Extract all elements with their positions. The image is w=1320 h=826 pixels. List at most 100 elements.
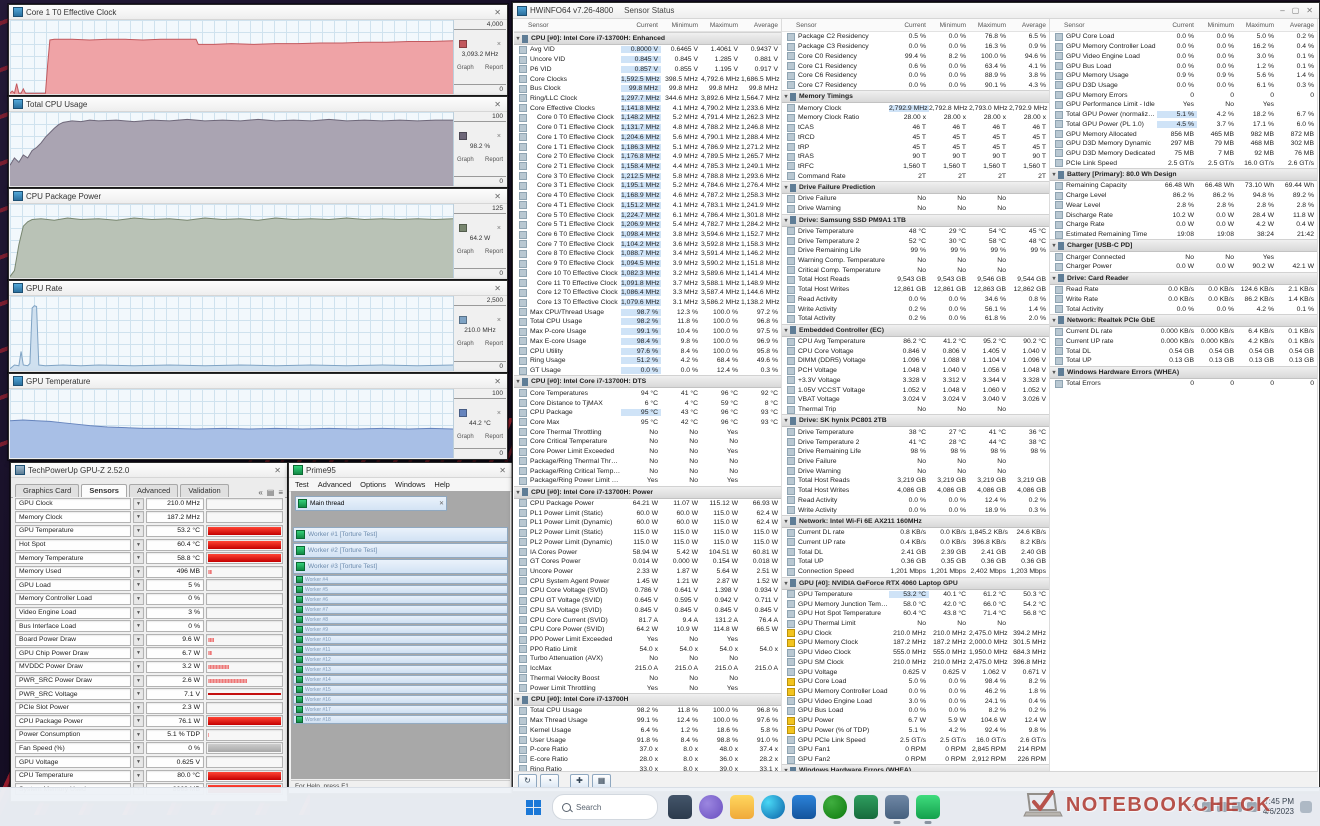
sensor-row[interactable]: GPU Performance Limit - IdleYesNoYes — [1050, 100, 1317, 110]
sensor-row[interactable]: Drive Temperature48 °C29 °C54 °C45 °C — [782, 227, 1049, 237]
close-icon[interactable]: ✕ — [492, 100, 503, 109]
column-minimum[interactable]: Minimum — [929, 22, 969, 29]
sensor-row[interactable]: Total UP0.36 GB0.35 GB0.36 GB0.36 GB — [782, 557, 1049, 567]
sensor-row[interactable]: GPU Power (% of TDP)5.1 %4.2 %92.4 %9.8 … — [782, 726, 1049, 736]
sensor-row[interactable]: Write Activity0.0 %0.0 %18.9 %0.3 % — [782, 505, 1049, 515]
prime95-titlebar[interactable]: Prime95 ✕ — [289, 463, 512, 478]
sensor-row[interactable]: tRAS90 T90 T90 T90 T — [782, 152, 1049, 162]
graph-report-button[interactable]: Report — [485, 65, 503, 71]
tab-sensors[interactable]: Sensors — [81, 484, 127, 497]
sensor-row[interactable]: Bus Clock99.8 MHz99.8 MHz99.8 MHz99.8 MH… — [514, 84, 781, 94]
sensor-row[interactable]: GPU Memory Junction Temperature58.0 °C42… — [782, 599, 1049, 609]
sensor-row[interactable]: PP0 Ratio Limit54.0 x54.0 x54.0 x54.0 x — [514, 644, 781, 654]
dropdown-arrow-icon[interactable]: ▼ — [133, 702, 144, 714]
graph-legend-close-icon[interactable]: × — [497, 41, 501, 48]
sensor-row[interactable]: +3.3V Voltage3.328 V3.312 V3.344 V3.328 … — [782, 376, 1049, 386]
dropdown-arrow-icon[interactable]: ▼ — [133, 566, 144, 578]
sensor-row[interactable]: Drive Remaining Life99 %99 %99 %99 % — [782, 246, 1049, 256]
minimize-icon[interactable]: – — [1278, 6, 1286, 15]
sensor-row[interactable]: GPU Bus Load0.0 %0.0 %8.2 %0.2 % — [782, 706, 1049, 716]
graph-report-button[interactable]: Report — [485, 249, 503, 255]
column-sensor[interactable]: Sensor — [782, 22, 889, 29]
sensor-row[interactable]: Total CPU Usage98.2 %11.8 %100.0 %96.8 % — [514, 706, 781, 716]
gpuz-sensor-row[interactable]: Board Power Draw▼9.6 W — [13, 633, 285, 647]
gpuz-sensor-row[interactable]: GPU Voltage▼0.625 V — [13, 755, 285, 769]
sensor-row[interactable]: Core 13 T0 Effective Clock1,079.6 MHz3.1… — [514, 298, 781, 308]
graph-report-button[interactable]: Report — [485, 341, 503, 347]
close-icon[interactable]: ✕ — [1304, 6, 1315, 15]
prime95-worker-window[interactable]: Worker #4 — [293, 575, 508, 584]
sensor-row[interactable]: GPU Clock210.0 MHz210.0 MHz2,475.0 MHz39… — [782, 628, 1049, 638]
graph-log-button[interactable]: Graph — [457, 434, 474, 440]
sensor-row[interactable]: IccMax215.0 A215.0 A215.0 A215.0 A — [514, 664, 781, 674]
dropdown-arrow-icon[interactable]: ▼ — [133, 770, 144, 782]
menu-advanced[interactable]: Advanced — [318, 480, 351, 489]
prime95-worker-window[interactable]: Worker #5 — [293, 585, 508, 594]
file-explorer-icon[interactable] — [730, 795, 754, 819]
sensor-row[interactable]: Ring/LLC Clock1,297.7 MHz344.6 MHz3,892.… — [514, 94, 781, 104]
sensor-row[interactable]: Core Clocks1,592.5 MHz398.5 MHz4,792.6 M… — [514, 74, 781, 84]
prime95-icon[interactable] — [916, 795, 940, 819]
prime95-worker-window[interactable]: Worker #17 — [293, 705, 508, 714]
sensor-group-header[interactable]: ▾GPU [#0]: NVIDIA GeForce RTX 4060 Lapto… — [782, 577, 1049, 590]
gpuz-sensor-row[interactable]: PWR_SRC Voltage▼7.1 V — [13, 687, 285, 701]
graph-titlebar[interactable]: Core 1 T0 Effective Clock ✕ — [9, 5, 507, 20]
sensor-group-header[interactable]: ▾Network: Realtek PCIe GbE — [1050, 314, 1317, 327]
sensor-row[interactable]: Turbo Attenuation (AVX)NoNoNo — [514, 654, 781, 664]
collapse-arrow-icon[interactable]: ▾ — [782, 184, 790, 191]
graph-legend-close-icon[interactable]: × — [497, 410, 501, 417]
chat-icon[interactable] — [699, 795, 723, 819]
hidden-icons-chevron[interactable]: ^ — [1192, 803, 1196, 812]
sensor-row[interactable]: Core Distance to TjMAX6 °C4 °C59 °C8 °C — [514, 398, 781, 408]
dropdown-arrow-icon[interactable]: ▼ — [133, 729, 144, 741]
graph-log-button[interactable]: Graph — [457, 249, 474, 255]
sensor-row[interactable]: P6 VID0.857 V0.855 V1.195 V0.917 V — [514, 64, 781, 74]
sensor-group-header[interactable]: ▾CPU [#0]: Intel Core i7-13700H — [514, 693, 781, 706]
sensor-row[interactable]: GPU Thermal LimitNoNoNo — [782, 619, 1049, 629]
sensor-row[interactable]: Drive Remaining Life98 %98 %98 %98 % — [782, 447, 1049, 457]
tab-graphics-card[interactable]: Graphics Card — [15, 484, 79, 497]
sensor-row[interactable]: Connection Speed1,201 Mbps1,201 Mbps2,40… — [782, 567, 1049, 577]
gpuz-sensor-row[interactable]: GPU Clock▼210.0 MHz — [13, 497, 285, 511]
gpuz-sensor-row[interactable]: PWR_SRC Power Draw▼2.6 W — [13, 674, 285, 688]
collapse-arrow-icon[interactable]: ▾ — [1050, 171, 1058, 178]
prime95-worker-window[interactable]: Worker #1 [Torture Test] — [293, 527, 508, 542]
sensor-row[interactable]: User Usage91.8 %8.4 %98.8 %91.0 % — [514, 735, 781, 745]
gpuz-sensor-row[interactable]: GPU Temperature▼53.2 °C — [13, 524, 285, 538]
sensor-row[interactable]: Uncore Power2.33 W1.87 W5.64 W2.51 W — [514, 567, 781, 577]
dropdown-arrow-icon[interactable]: ▼ — [133, 647, 144, 659]
sensor-row[interactable]: Discharge Rate10.2 W0.0 W28.4 W11.8 W — [1050, 210, 1317, 220]
gpuz-titlebar[interactable]: TechPowerUp GPU-Z 2.52.0 ✕ — [11, 463, 287, 478]
sensor-row[interactable]: Current DL rate0.8 KB/s0.0 KB/s1,845.2 K… — [782, 528, 1049, 538]
close-icon[interactable]: ✕ — [497, 466, 508, 475]
sensor-row[interactable]: Core 2 T0 Effective Clock1,176.8 MHz4.9 … — [514, 152, 781, 162]
sensor-row[interactable]: Drive Temperature38 °C27 °C41 °C36 °C — [782, 427, 1049, 437]
sensor-row[interactable]: GPU Hot Spot Temperature60.4 °C43.8 °C71… — [782, 609, 1049, 619]
sensor-row[interactable]: Core 6 T0 Effective Clock1,098.4 MHz3.8 … — [514, 230, 781, 240]
sensor-row[interactable]: GPU Voltage0.625 V0.625 V1.062 V0.671 V — [782, 667, 1049, 677]
sensor-group-header[interactable]: ▾Charger [USB-C PD] — [1050, 239, 1317, 252]
sensor-row[interactable]: Total Host Reads3,219 GB3,219 GB3,219 GB… — [782, 476, 1049, 486]
sensor-row[interactable]: GPU Memory Usage0.9 %0.9 %5.6 %1.4 % — [1050, 71, 1317, 81]
sensor-row[interactable]: PL2 Power Limit (Dynamic)115.0 W115.0 W1… — [514, 538, 781, 548]
menu-icon[interactable]: ≡ — [278, 488, 283, 497]
gpuz-sensor-row[interactable]: Hot Spot▼60.4 °C — [13, 538, 285, 552]
sensor-row[interactable]: GPU Memory Allocated856 MB465 MB982 MB87… — [1050, 129, 1317, 139]
sensor-row[interactable]: Memory Clock2,792.9 MHz2,792.8 MHz2,793.… — [782, 103, 1049, 113]
sensor-row[interactable]: Core Critical TemperatureNoNoNo — [514, 437, 781, 447]
graph-titlebar[interactable]: Total CPU Usage ✕ — [9, 97, 507, 112]
sensor-row[interactable]: Core 9 T0 Effective Clock1,094.5 MHz3.9 … — [514, 259, 781, 269]
sensor-row[interactable]: Core 7 T0 Effective Clock1,104.2 MHz3.6 … — [514, 239, 781, 249]
sensor-row[interactable]: Core 1 T0 Effective Clock1,204.6 MHz5.6 … — [514, 132, 781, 142]
close-icon[interactable]: ✕ — [272, 466, 283, 475]
prime95-worker-window[interactable]: Worker #8 — [293, 615, 508, 624]
column-current[interactable]: Current — [621, 22, 661, 29]
gpuz-sensor-row[interactable]: Memory Temperature▼58.8 °C — [13, 551, 285, 565]
sensor-row[interactable]: GPU Temperature53.2 °C40.1 °C61.2 °C50.3… — [782, 590, 1049, 600]
sensor-row[interactable]: Ring Usage51.2 %4.2 %68.4 %49.6 % — [514, 356, 781, 366]
sensor-row[interactable]: Uncore VID0.845 V0.845 V1.285 V0.881 V — [514, 55, 781, 65]
sensor-row[interactable]: Total UP0.13 GB0.13 GB0.13 GB0.13 GB — [1050, 356, 1317, 366]
collapse-arrow-icon[interactable]: ▾ — [1050, 317, 1058, 324]
sensor-row[interactable]: Core 10 T0 Effective Clock1,082.3 MHz3.2… — [514, 269, 781, 279]
sensor-group-header[interactable]: ▾Drive Failure Prediction — [782, 181, 1049, 194]
